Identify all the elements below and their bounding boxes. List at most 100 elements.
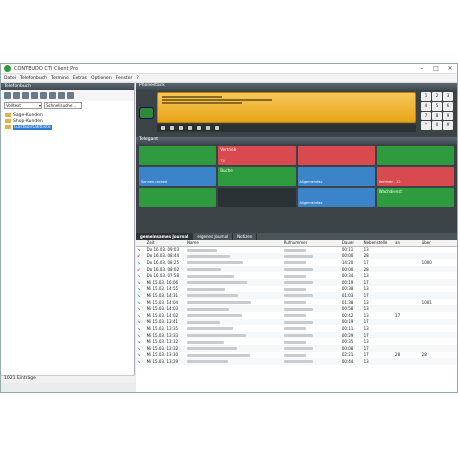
contact-tile[interactable]: Allgemeinfax bbox=[297, 188, 375, 207]
new-contact-icon[interactable] bbox=[4, 92, 11, 99]
table-row[interactable]: ↘ Mi 15.03. 13:30 02:21 17 28 28 bbox=[136, 352, 457, 359]
contact-tile[interactable]: Wachdienst bbox=[376, 188, 454, 207]
cell-via bbox=[421, 272, 457, 279]
contact-tile[interactable] bbox=[139, 188, 217, 207]
contact-tile[interactable]: Vertrieb - 12 bbox=[376, 167, 454, 186]
tab-own-journal[interactable]: eigenes Journal bbox=[193, 233, 234, 240]
menu-extras[interactable]: Extras bbox=[73, 76, 87, 81]
cell-duration: 00:42 bbox=[341, 312, 354, 318]
cell-time: Do 16.03. 08:44 bbox=[145, 252, 186, 260]
key-4[interactable]: 4 bbox=[421, 101, 431, 111]
key-2[interactable]: 2 bbox=[432, 92, 442, 101]
key-0[interactable]: 0 bbox=[432, 121, 442, 130]
tree-item-label: Gastkontaktliste bbox=[13, 124, 52, 130]
cell-extension: 17 bbox=[362, 278, 395, 286]
cell-via bbox=[421, 246, 457, 253]
menu-optionen[interactable]: Optionen bbox=[91, 76, 112, 81]
minimize-icon[interactable]: – bbox=[415, 65, 429, 72]
star-icon[interactable] bbox=[206, 126, 210, 130]
hangup-icon[interactable] bbox=[215, 126, 219, 130]
import-icon[interactable] bbox=[40, 92, 47, 99]
print-icon[interactable] bbox=[58, 92, 65, 99]
table-row[interactable]: ↘ Mi 15.03. 13:35 00:11 13 bbox=[136, 325, 457, 332]
menu-help[interactable]: ? bbox=[136, 76, 138, 81]
cell-time: Mi 15.03. 13:41 bbox=[145, 318, 186, 326]
cell-number bbox=[282, 278, 341, 286]
status-bar: 1021 Einträge bbox=[1, 375, 135, 383]
cell-extension: 17 bbox=[362, 292, 395, 299]
active-call-card[interactable] bbox=[157, 92, 416, 123]
close-icon[interactable]: ✕ bbox=[443, 65, 457, 72]
tree-item-selected[interactable]: Gastkontaktliste bbox=[5, 124, 130, 130]
menu-telefonbuch[interactable]: Telefonbuch bbox=[20, 76, 47, 81]
table-row[interactable]: ↘ Mi 15.03. 13:41 00:19 17 bbox=[136, 318, 457, 326]
contact-tile[interactable] bbox=[139, 146, 217, 165]
table-row[interactable]: ↘ Do 16.03. 07:58 00:34 13 bbox=[136, 272, 457, 279]
cell-name bbox=[186, 352, 283, 359]
table-row[interactable]: ↘ Mi 15.03. 14:02 00:42 13 17 bbox=[136, 312, 457, 319]
cell-name bbox=[185, 331, 283, 339]
key-6[interactable]: 6 bbox=[443, 101, 453, 111]
table-row[interactable]: ↙ Do 16.03. 08:44 00:00 28 bbox=[136, 252, 457, 260]
key-7[interactable]: 7 bbox=[421, 111, 431, 121]
table-row[interactable]: ↘ Do 16.03. 08:25 14:20 17 1000 bbox=[136, 259, 457, 266]
cell-name bbox=[186, 325, 283, 332]
table-row[interactable]: ↘ Mi 15.03. 14:03 00:58 13 bbox=[136, 305, 457, 312]
cell-via bbox=[421, 338, 457, 345]
contact-tile[interactable] bbox=[297, 146, 375, 165]
table-row[interactable]: ↙ Do 16.03. 08:02 00:00 28 bbox=[136, 265, 457, 273]
cell-number bbox=[282, 305, 341, 312]
tab-notes[interactable]: Notizen bbox=[233, 233, 258, 240]
table-row[interactable]: ↘ Mi 15.03. 13:32 00:35 13 bbox=[136, 338, 457, 345]
export-icon[interactable] bbox=[49, 92, 56, 99]
key-9[interactable]: 9 bbox=[443, 111, 453, 121]
folder-icon bbox=[5, 113, 11, 117]
cell-to bbox=[394, 358, 421, 365]
edit-icon[interactable] bbox=[13, 92, 20, 99]
conference-icon[interactable] bbox=[179, 126, 183, 130]
record-icon[interactable] bbox=[197, 126, 201, 130]
contact-tile[interactable]: Sonnen-rocked bbox=[139, 167, 217, 186]
settings-icon[interactable] bbox=[67, 92, 74, 99]
cell-extension: 13 bbox=[362, 305, 395, 312]
menu-fenster[interactable]: Fenster bbox=[116, 76, 133, 81]
cell-to bbox=[394, 305, 421, 312]
app-logo-icon bbox=[4, 65, 11, 72]
table-row[interactable]: ↘ Mi 15.03. 13:33 00:29 17 bbox=[136, 331, 457, 339]
table-row[interactable]: ↘ Mi 15.03. 13:32 00:08 17 bbox=[136, 344, 457, 352]
menu-datei[interactable]: Datei bbox=[4, 76, 16, 81]
key-5[interactable]: 5 bbox=[432, 101, 442, 111]
contact-tile[interactable]: Vertrieb 74 bbox=[218, 146, 296, 165]
cell-extension: 17 bbox=[362, 318, 395, 326]
contact-tile[interactable] bbox=[376, 146, 454, 165]
key-1[interactable]: 1 bbox=[421, 92, 431, 101]
hold-icon[interactable] bbox=[161, 126, 165, 130]
transfer-icon[interactable] bbox=[170, 126, 174, 130]
menu-termine[interactable]: Termine bbox=[51, 76, 69, 81]
key-3[interactable]: 3 bbox=[443, 92, 453, 101]
tile-title: Vertrieb bbox=[220, 147, 237, 152]
key-8[interactable]: 8 bbox=[432, 111, 442, 121]
table-row[interactable]: ↘ Mi 15.03. 13:29 00:44 13 bbox=[136, 358, 457, 365]
table-row[interactable]: ↘ Mi 15.03. 14:04 01:38 13 1001 bbox=[136, 299, 457, 306]
mute-icon[interactable] bbox=[188, 126, 192, 130]
phone-answer-button[interactable] bbox=[139, 107, 154, 119]
table-row[interactable]: ↘ Do 16.03. 09:03 00:11 13 bbox=[136, 246, 457, 253]
tree-item-label: Shop-Kunden bbox=[13, 118, 43, 124]
contact-tile[interactable]: Buche bbox=[218, 167, 296, 186]
key-hash[interactable]: # bbox=[443, 121, 453, 130]
maximize-icon[interactable]: □ bbox=[429, 65, 443, 72]
key-star[interactable]: * bbox=[421, 121, 431, 130]
table-row[interactable]: ↘ Mi 15.03. 16:06 00:19 17 bbox=[136, 278, 457, 286]
cell-time: Do 16.03. 07:58 bbox=[146, 273, 179, 279]
incoming-call-icon: ↘ bbox=[137, 299, 141, 305]
delete-icon[interactable] bbox=[31, 92, 38, 99]
contact-tile[interactable]: Allgemeinfax bbox=[297, 167, 375, 186]
contact-tile[interactable] bbox=[218, 188, 296, 207]
filter-select[interactable]: Volltext ▾ bbox=[4, 102, 42, 109]
tab-shared-journal[interactable]: gemeinsames Journal bbox=[136, 233, 194, 240]
table-row[interactable]: ↘ Mi 15.03. 14:55 00:38 13 bbox=[136, 286, 457, 293]
table-row[interactable]: ↘ Mi 15.03. 14:31 01:03 17 bbox=[136, 292, 457, 299]
copy-icon[interactable] bbox=[22, 92, 29, 99]
quick-search-input[interactable]: Schnellsuche... bbox=[44, 102, 82, 109]
